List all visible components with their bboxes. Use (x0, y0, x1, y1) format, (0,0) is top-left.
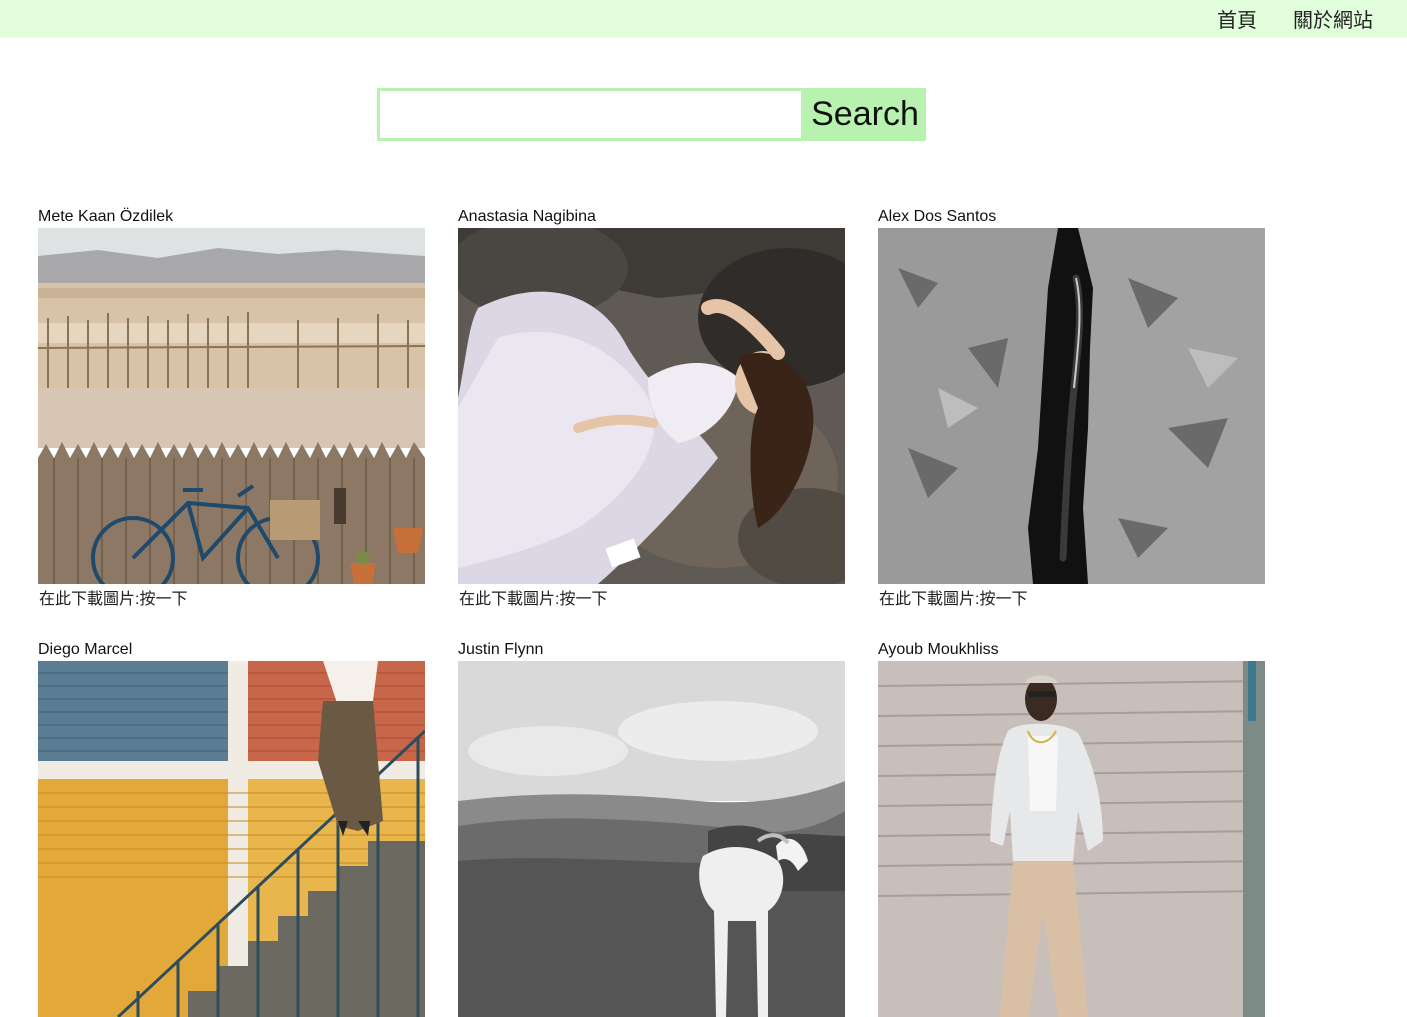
search-input[interactable] (377, 88, 804, 141)
download-link[interactable]: 在此下載圖片:按一下 (459, 585, 607, 609)
top-nav-bar: 首頁 關於網站 (0, 0, 1407, 38)
photo-image[interactable] (38, 661, 425, 1017)
photographer-name: Ayoub Moukhliss (878, 641, 999, 658)
search-form: Search (377, 88, 926, 141)
photo-image[interactable] (878, 661, 1265, 1017)
download-link[interactable]: 在此下載圖片:按一下 (39, 585, 187, 609)
photographer-name: Alex Dos Santos (878, 208, 997, 225)
download-link[interactable]: 在此下載圖片:按一下 (879, 585, 1027, 609)
nav-about-link[interactable]: 關於網站 (1293, 4, 1373, 33)
photographer-name: Diego Marcel (38, 641, 133, 658)
photographer-name: Justin Flynn (458, 641, 544, 658)
photo-image[interactable] (458, 228, 845, 584)
photographer-name: Anastasia Nagibina (458, 208, 596, 225)
nav-home-link[interactable]: 首頁 (1217, 4, 1257, 33)
photo-image[interactable] (38, 228, 425, 584)
photo-image[interactable] (458, 661, 845, 1017)
photographer-name: Mete Kaan Özdilek (38, 208, 174, 225)
photo-image[interactable] (878, 228, 1265, 584)
search-button[interactable]: Search (804, 88, 926, 141)
